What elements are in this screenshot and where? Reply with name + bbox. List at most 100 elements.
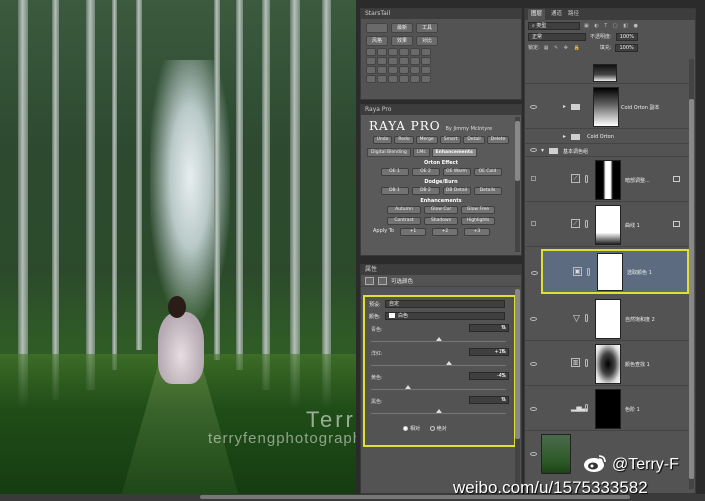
starstail-button[interactable]: 风格 (366, 36, 388, 46)
starstail-small-button[interactable] (388, 48, 398, 56)
starstail-small-button[interactable] (366, 66, 376, 74)
fill-input[interactable]: 100% (615, 43, 638, 52)
visibility-eye-icon[interactable] (530, 407, 537, 411)
colors-select[interactable]: 白色 (385, 312, 505, 320)
visibility-eye-icon[interactable] (530, 452, 537, 456)
glow-free-button[interactable]: Glow Free (461, 206, 495, 214)
starstail-small-button[interactable] (377, 48, 387, 56)
layer-row[interactable]: ▽ 自然饱和度 2 (525, 297, 690, 341)
layer-row[interactable]: ▸ Cold Orton (525, 130, 690, 144)
starstail-small-button[interactable] (366, 48, 376, 56)
visibility-eye-icon[interactable] (530, 148, 537, 152)
starstail-button[interactable]: 工具 (416, 23, 438, 33)
starstail-small-button[interactable] (399, 48, 409, 56)
starstail-button[interactable]: 对比 (416, 36, 438, 46)
visibility-checkbox[interactable] (531, 221, 536, 226)
cyan-slider-handle[interactable] (435, 337, 442, 341)
starstail-small-button[interactable] (421, 75, 431, 83)
oe-1-button[interactable]: OE 1 (380, 168, 409, 176)
layer-row[interactable]: ⟋ 暗部调整... (525, 158, 690, 202)
oe-2-button[interactable]: OE 2 (411, 168, 440, 176)
photo-canvas[interactable]: Terry F terryfengphotography.lofter.com (0, 0, 356, 494)
glow-cur-button[interactable]: Glow Cur (424, 206, 458, 214)
canvas-horizontal-scrollbar[interactable] (0, 494, 705, 501)
black-slider-track[interactable] (371, 413, 506, 414)
cyan-slider-track[interactable] (371, 341, 506, 342)
mask-icon[interactable] (378, 276, 387, 285)
layer-row[interactable]: ▥ 颜色查找 1 (525, 342, 690, 386)
details-button[interactable]: Details (473, 187, 502, 195)
lock-icons[interactable]: ▦ ✎ ✥ 🔒 (544, 45, 582, 51)
starstail-small-button[interactable] (366, 57, 376, 65)
starstail-small-button[interactable] (366, 75, 376, 83)
starstail-small-button[interactable] (399, 57, 409, 65)
tab-paths[interactable]: 路径 (568, 9, 579, 20)
yellow-slider-handle[interactable] (405, 385, 412, 389)
visibility-eye-icon[interactable] (531, 271, 538, 275)
starstail-button[interactable]: 效果 (391, 36, 413, 46)
starstail-button[interactable] (366, 23, 388, 33)
starstail-small-button[interactable] (421, 48, 431, 56)
absolute-radio[interactable] (429, 426, 435, 431)
contrast-button[interactable]: Contrast (387, 217, 421, 225)
preset-select[interactable]: 自定 (385, 300, 505, 308)
visibility-eye-icon[interactable] (530, 317, 537, 321)
db-1-button[interactable]: DB 1 (380, 187, 409, 195)
filter-icons[interactable]: ▣ ◐ T ▢ ◧ ● (584, 23, 640, 29)
tab-lms[interactable]: LMs (412, 148, 430, 157)
detail-button[interactable]: Detail (463, 136, 485, 144)
layer-row[interactable]: ▾ 基本调色组 (525, 145, 690, 157)
starstail-small-button[interactable] (421, 66, 431, 74)
starstail-small-button[interactable] (388, 75, 398, 83)
link-icon[interactable] (585, 314, 588, 322)
expand-arrow-icon[interactable]: ▾ (541, 147, 544, 154)
starstail-small-button[interactable] (388, 57, 398, 65)
magenta-slider-track[interactable] (371, 365, 506, 366)
shadows-button[interactable]: Shadows (424, 217, 458, 225)
blend-mode-select[interactable]: 正常 (528, 32, 586, 41)
db-2-button[interactable]: DB 2 (411, 187, 440, 195)
starstail-small-button[interactable] (410, 75, 420, 83)
scrollbar-thumb[interactable] (200, 495, 630, 499)
raya-scrollbar[interactable] (515, 117, 520, 252)
apply-button[interactable]: +1 (399, 228, 426, 236)
link-icon[interactable] (585, 359, 588, 367)
tab-enhancements[interactable]: Enhancements (431, 148, 477, 157)
opacity-input[interactable]: 100% (615, 32, 638, 41)
delete-button[interactable]: Delete (486, 136, 510, 144)
relative-radio[interactable] (403, 426, 408, 431)
visibility-checkbox[interactable] (531, 176, 536, 181)
autumn-button[interactable]: Autumn (387, 206, 421, 214)
link-icon[interactable] (585, 175, 588, 183)
layer-row-selected[interactable]: ▣ 选取颜色 1 (531, 249, 689, 294)
black-slider-handle[interactable] (435, 409, 442, 413)
redo-button[interactable]: Redo (394, 136, 414, 144)
magenta-slider-handle[interactable] (446, 361, 453, 365)
starstail-small-button[interactable] (377, 75, 387, 83)
db-detail-button[interactable]: DB Detail (442, 187, 471, 195)
layer-row[interactable]: ⟋ 曲线 1 (525, 203, 690, 247)
properties-scrollbar[interactable] (515, 289, 520, 489)
oe-cold-button[interactable]: OE Cold (473, 168, 502, 176)
starstail-small-button[interactable] (399, 75, 409, 83)
starstail-button[interactable]: 最新 (391, 23, 413, 33)
layer-row[interactable] (525, 64, 690, 84)
starstail-small-button[interactable] (410, 66, 420, 74)
tab-channels[interactable]: 通道 (551, 9, 562, 20)
starstail-small-button[interactable] (410, 57, 420, 65)
visibility-eye-icon[interactable] (530, 362, 537, 366)
yellow-slider-track[interactable] (371, 389, 506, 390)
layer-row[interactable]: ▸ Cold Orton 副本 (525, 85, 690, 129)
tab-layers[interactable]: 图层 (528, 9, 546, 20)
starstail-small-button[interactable] (410, 48, 420, 56)
layer-row[interactable]: ▂▅▃ 色阶 1 (525, 387, 690, 431)
apply-button[interactable]: +3 (463, 228, 490, 236)
tab-digital-blending[interactable]: Digital Blending (367, 148, 411, 157)
apply-button[interactable]: +2 (431, 228, 458, 236)
expand-arrow-icon[interactable]: ▸ (563, 133, 566, 140)
expand-arrow-icon[interactable]: ▸ (563, 103, 566, 110)
link-icon[interactable] (585, 220, 588, 228)
starstail-small-button[interactable] (421, 57, 431, 65)
link-icon[interactable] (585, 404, 588, 412)
undo-button[interactable]: Undo (372, 136, 393, 144)
